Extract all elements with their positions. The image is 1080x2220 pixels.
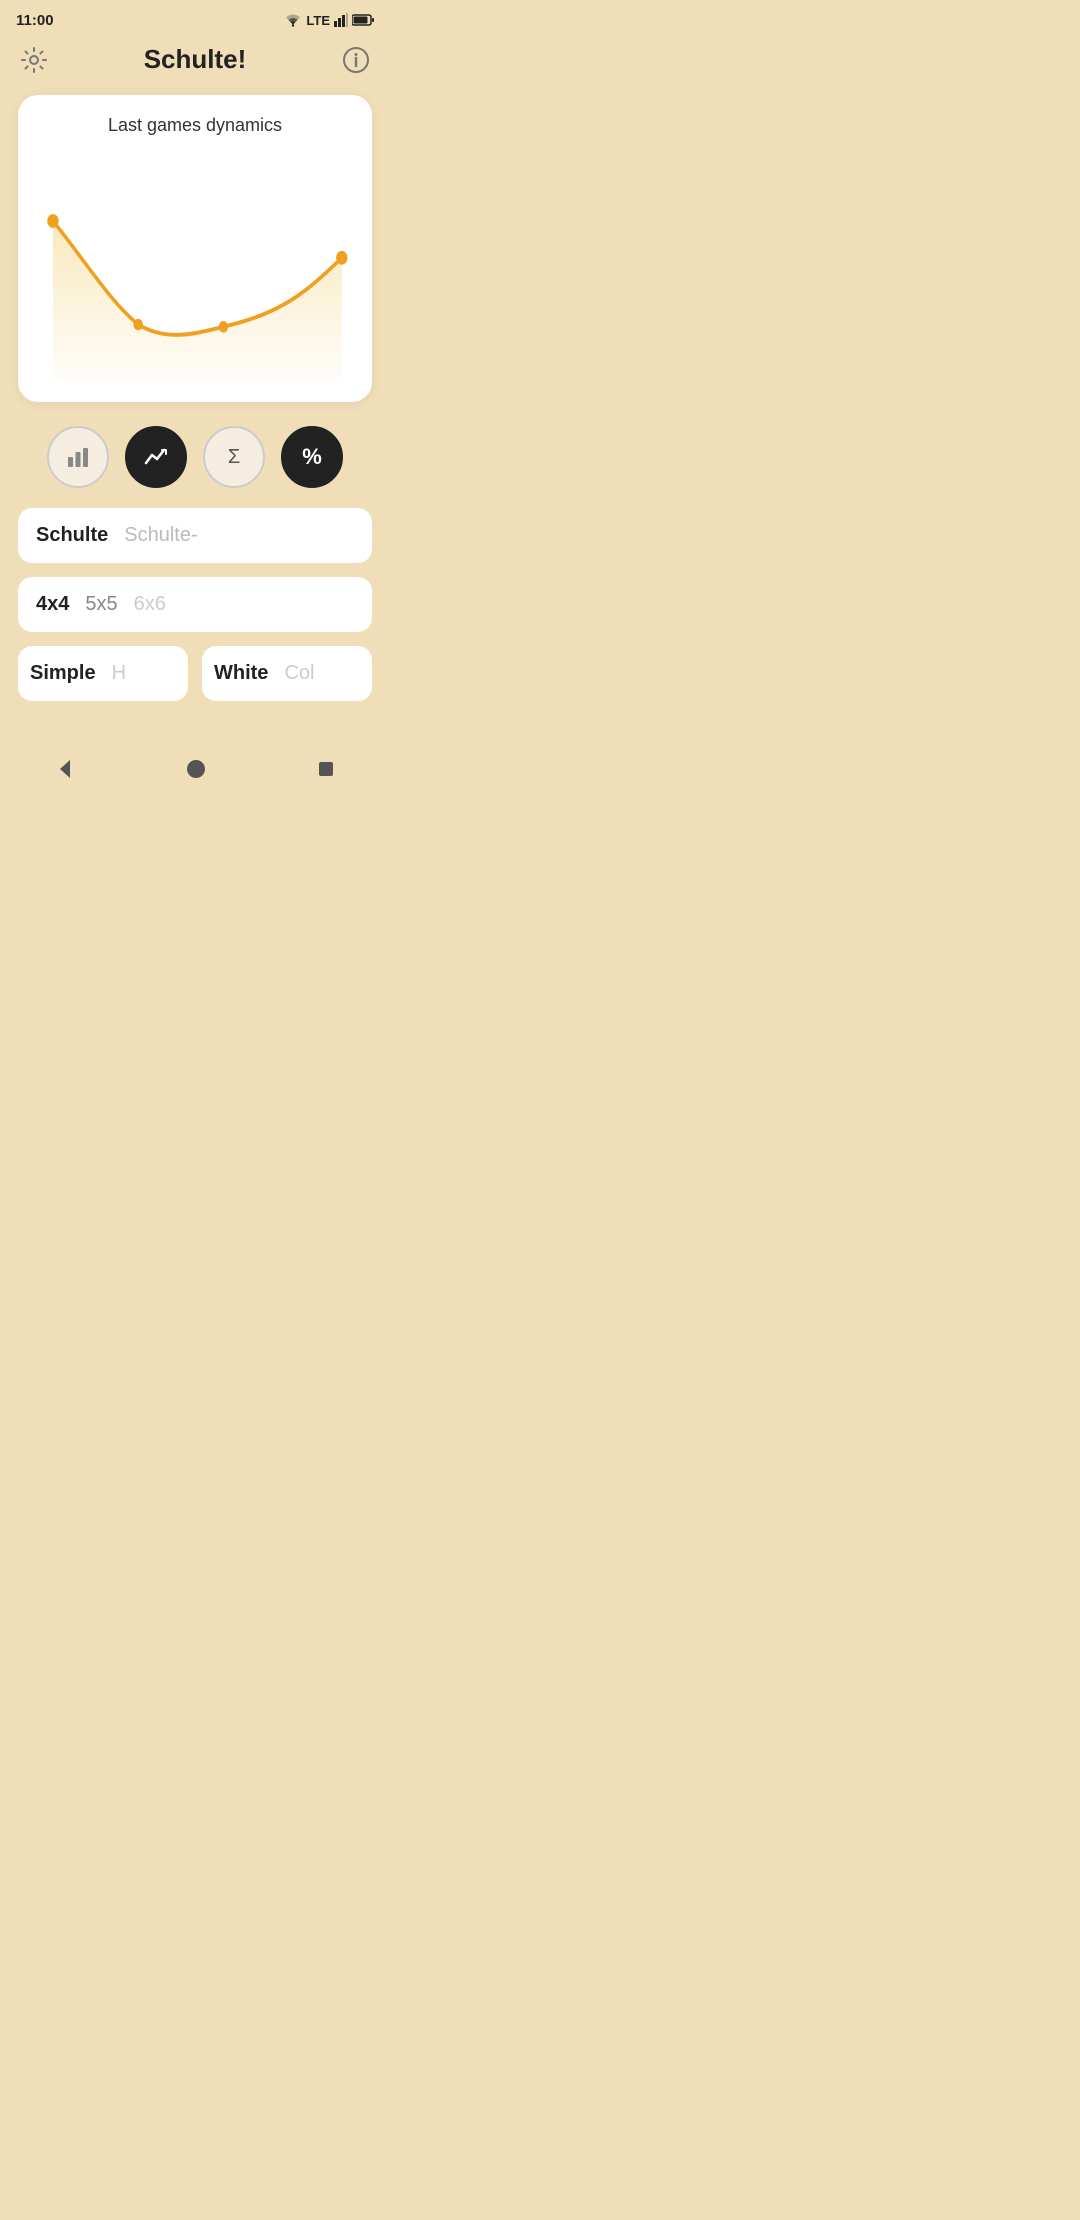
color-selector[interactable]: White Col bbox=[202, 646, 372, 701]
chart-card: Last games dynamics bbox=[18, 95, 372, 402]
signal-icon bbox=[334, 13, 348, 27]
bar-chart-icon bbox=[66, 445, 90, 469]
game-option-schulte[interactable]: Schulte bbox=[36, 524, 124, 547]
nav-bar bbox=[0, 742, 390, 800]
color-option-col[interactable]: Col bbox=[284, 662, 330, 685]
status-icons: LTE bbox=[284, 13, 374, 28]
percent-icon: % bbox=[302, 444, 322, 470]
game-option-schulte2[interactable]: Schulte- bbox=[124, 524, 213, 547]
nav-back-button[interactable] bbox=[54, 758, 76, 780]
status-time: 11:00 bbox=[16, 12, 54, 29]
mode-option-h[interactable]: H bbox=[112, 662, 142, 685]
nav-home-button[interactable] bbox=[185, 758, 207, 780]
line-chart-icon bbox=[144, 445, 168, 469]
chart-svg bbox=[34, 152, 356, 382]
tab-line-chart[interactable] bbox=[125, 426, 187, 488]
size-option-4x4[interactable]: 4x4 bbox=[36, 593, 85, 616]
sigma-icon: Σ bbox=[228, 446, 240, 469]
size-option-6x6[interactable]: 6x6 bbox=[134, 593, 182, 616]
tab-bar-chart[interactable] bbox=[47, 426, 109, 488]
home-circle-icon bbox=[185, 758, 207, 780]
wifi-icon bbox=[284, 13, 302, 27]
app-title: Schulte! bbox=[144, 44, 247, 75]
mode-option-simple[interactable]: Simple bbox=[30, 662, 112, 685]
info-icon bbox=[342, 46, 370, 74]
top-bar: Schulte! bbox=[0, 36, 390, 87]
mode-selector[interactable]: Simple H bbox=[18, 646, 188, 701]
size-selector[interactable]: 4x4 5x5 6x6 bbox=[18, 577, 372, 632]
tab-row: Σ % bbox=[27, 426, 363, 488]
size-option-5x5[interactable]: 5x5 bbox=[85, 593, 133, 616]
mode-color-row: Simple H White Col bbox=[18, 646, 372, 701]
chart-area bbox=[34, 152, 356, 382]
nav-recents-button[interactable] bbox=[316, 759, 336, 779]
recents-icon bbox=[316, 759, 336, 779]
battery-icon bbox=[352, 14, 374, 26]
tab-sigma[interactable]: Σ bbox=[203, 426, 265, 488]
gear-icon bbox=[20, 46, 48, 74]
info-button[interactable] bbox=[342, 46, 370, 74]
status-bar: 11:00 LTE bbox=[0, 0, 390, 36]
game-selector[interactable]: Schulte Schulte- bbox=[18, 508, 372, 563]
lte-label: LTE bbox=[306, 13, 330, 28]
color-option-white[interactable]: White bbox=[214, 662, 284, 685]
back-icon bbox=[54, 758, 76, 780]
settings-button[interactable] bbox=[20, 46, 48, 74]
tab-percent[interactable]: % bbox=[281, 426, 343, 488]
chart-title: Last games dynamics bbox=[34, 115, 356, 136]
